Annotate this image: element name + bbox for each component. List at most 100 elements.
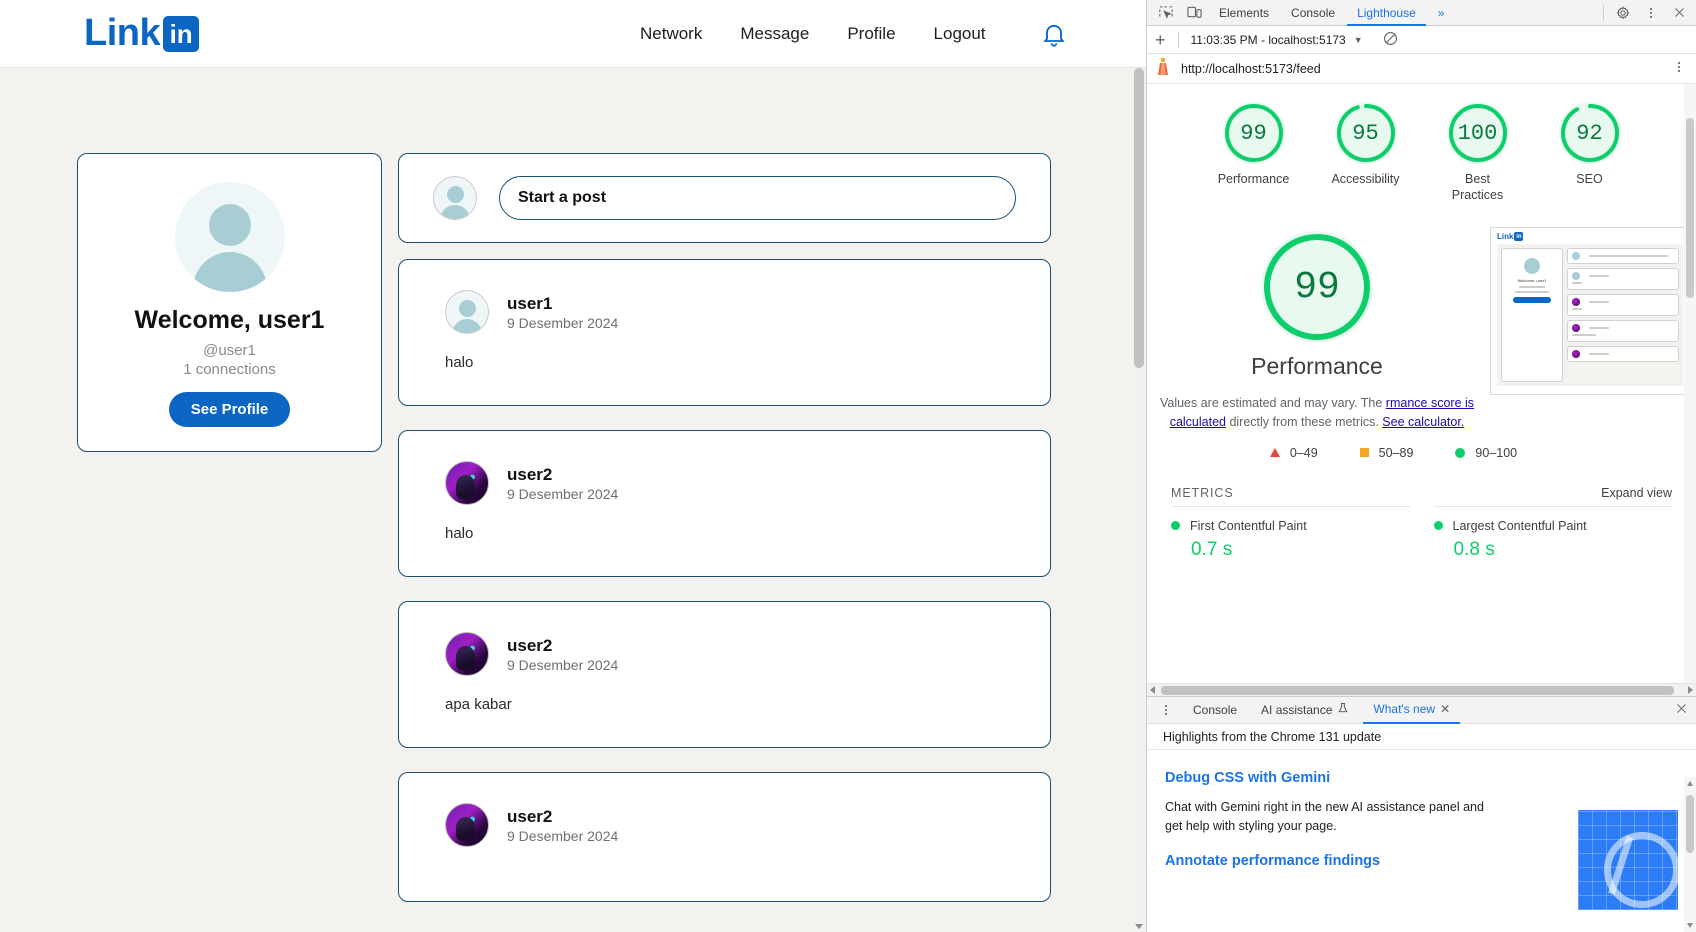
main-nav: Network Message Profile Logout [640, 0, 986, 68]
scroll-down-arrow[interactable] [1687, 923, 1693, 928]
gauge-performance[interactable]: 99 Performance [1202, 102, 1306, 203]
metric-first-contentful-paint[interactable]: First Contentful Paint 0.7 s [1171, 505, 1410, 561]
disclaimer-text-1: Values are estimated and may vary. The [1159, 396, 1383, 411]
no-entry-icon[interactable] [1383, 31, 1398, 49]
post-body: halo [445, 354, 474, 371]
page-scrollbar[interactable] [1132, 68, 1146, 932]
hero-score-value: 99 [1294, 265, 1340, 309]
score-ring: 92 [1558, 102, 1621, 164]
post-composer: Start a post [398, 153, 1051, 243]
metric-label: Largest Contentful Paint [1452, 518, 1587, 533]
page-screenshot-thumbnail: Link in Welcome, user1 [1490, 227, 1690, 396]
scroll-down-arrow[interactable] [1135, 924, 1143, 929]
gauge-label: Best Practices [1451, 172, 1504, 202]
drawer-tab-whats-new[interactable]: What's new ✕ [1363, 696, 1461, 724]
profile-card: Welcome, user1 @user1 1 connections See … [77, 153, 382, 452]
metric-largest-contentful-paint[interactable]: Largest Contentful Paint 0.8 s [1433, 505, 1672, 561]
whats-new-subtitle: Highlights from the Chrome 131 update [1147, 724, 1696, 750]
lighthouse-hero: 99 Performance Values are estimated and … [1147, 213, 1696, 432]
metric-value: 0.7 s [1191, 538, 1233, 560]
expand-view-button[interactable]: Expand view [1601, 486, 1672, 500]
gear-icon[interactable] [1610, 2, 1636, 24]
score-ring: 100 [1446, 102, 1509, 164]
left-column: Welcome, user1 @user1 1 connections See … [0, 84, 382, 932]
drawer-tabbar: Console AI assistance What's new ✕ [1147, 697, 1696, 724]
gauge-accessibility[interactable]: 95 Accessibility [1314, 102, 1418, 203]
legend-item-average: 50–89 [1359, 446, 1413, 460]
bell-icon[interactable] [1040, 20, 1068, 51]
nav-item-profile[interactable]: Profile [847, 24, 895, 44]
drawer-tab-label: AI assistance [1261, 702, 1333, 717]
score-ring: 95 [1334, 102, 1397, 164]
lighthouse-score-gauges: 99 Performance 95 Accessibility 100 Best… [1147, 84, 1696, 213]
more-vertical-icon[interactable] [1638, 2, 1664, 24]
start-a-post-input[interactable]: Start a post [499, 176, 1016, 220]
post-date: 9 Desember 2024 [507, 828, 619, 845]
nav-item-logout[interactable]: Logout [934, 24, 986, 44]
devtools-drawer: Console AI assistance What's new ✕ Highl… [1147, 696, 1696, 932]
score-ring: 99 [1222, 102, 1285, 164]
metrics-title: METRICS [1171, 485, 1234, 500]
gauge-seo[interactable]: 92 SEO [1538, 102, 1642, 203]
scrollbar-thumb[interactable] [1686, 795, 1694, 853]
score-disclaimer: Values are estimated and may vary. The r… [1147, 394, 1487, 432]
scroll-up-arrow[interactable] [1687, 781, 1693, 786]
close-icon[interactable] [1675, 702, 1688, 718]
see-profile-button[interactable]: See Profile [168, 392, 291, 427]
nav-item-message[interactable]: Message [740, 24, 809, 44]
devtools-tab-lighthouse[interactable]: Lighthouse [1347, 0, 1426, 26]
more-vertical-icon[interactable] [1153, 699, 1179, 721]
lighthouse-horizontal-scrollbar[interactable] [1147, 683, 1696, 696]
post-author: user1 [507, 293, 553, 313]
see-calculator-link[interactable]: See calculator. [1382, 415, 1464, 429]
score-legend: 0–49 50–89 90–100 [1147, 432, 1696, 460]
devtools-tab-console[interactable]: Console [1281, 0, 1345, 26]
chevron-down-icon[interactable]: ▼ [1354, 35, 1363, 45]
more-tabs-chevron-icon[interactable]: » [1428, 0, 1455, 26]
lighthouse-vertical-scrollbar[interactable] [1684, 84, 1696, 683]
scroll-right-arrow[interactable] [1688, 686, 1693, 694]
avatar [445, 290, 489, 334]
lighthouse-url: http://localhost:5173/feed [1181, 61, 1321, 76]
app-header: Link in Network Message Profile Logout [0, 0, 1146, 68]
thumbnail-brand: Link in [1497, 232, 1524, 242]
lighthouse-run-selector[interactable]: 11:03:35 PM - localhost:5173 [1191, 33, 1346, 47]
whats-new-scrollbar[interactable] [1684, 777, 1696, 932]
devtools-tab-elements[interactable]: Elements [1209, 0, 1279, 26]
score-value: 95 [1352, 120, 1379, 146]
close-icon[interactable]: ✕ [1440, 696, 1450, 723]
whats-new-article-title[interactable]: Debug CSS with Gemini [1165, 770, 1678, 786]
device-toolbar-icon[interactable] [1181, 2, 1207, 24]
gauge-label: SEO [1576, 172, 1603, 186]
plus-icon[interactable]: + [1155, 31, 1166, 49]
brand-logo[interactable]: Link in [84, 12, 200, 55]
legend-range: 0–49 [1289, 445, 1318, 460]
status-dot-icon [1171, 521, 1180, 531]
triangle-icon [1269, 448, 1280, 458]
post-header: user2 9 Desember 2024 [445, 461, 1004, 505]
scrollbar-thumb[interactable] [1134, 68, 1144, 368]
gauge-label: Performance [1217, 172, 1290, 186]
post-author: user2 [507, 806, 553, 826]
post-card: user1 9 Desember 2024 halo [398, 259, 1051, 406]
scrollbar-thumb[interactable] [1161, 685, 1674, 695]
drawer-tab-console[interactable]: Console [1183, 697, 1247, 724]
welcome-heading: Welcome, user1 [134, 306, 325, 334]
square-icon [1359, 448, 1369, 458]
post-author: user2 [507, 464, 553, 484]
drawer-tab-ai-assistance[interactable]: AI assistance [1251, 697, 1359, 724]
more-vertical-icon[interactable] [1672, 60, 1686, 77]
inspect-element-icon[interactable] [1153, 2, 1179, 24]
drawer-tab-label: Console [1193, 702, 1238, 717]
avatar [433, 176, 477, 220]
gauge-best-practices[interactable]: 100 Best Practices [1426, 102, 1530, 203]
post-author: user2 [507, 635, 553, 655]
nav-item-network[interactable]: Network [640, 24, 702, 44]
avatar [174, 182, 285, 292]
thumbnail-profile-card: Welcome, user1 [1501, 248, 1563, 383]
close-icon[interactable] [1666, 2, 1692, 24]
scrollbar-thumb[interactable] [1686, 118, 1694, 298]
legend-item-fail: 0–49 [1269, 445, 1318, 460]
scroll-left-arrow[interactable] [1150, 686, 1155, 694]
post-card: user2 9 Desember 2024 halo [398, 430, 1051, 577]
